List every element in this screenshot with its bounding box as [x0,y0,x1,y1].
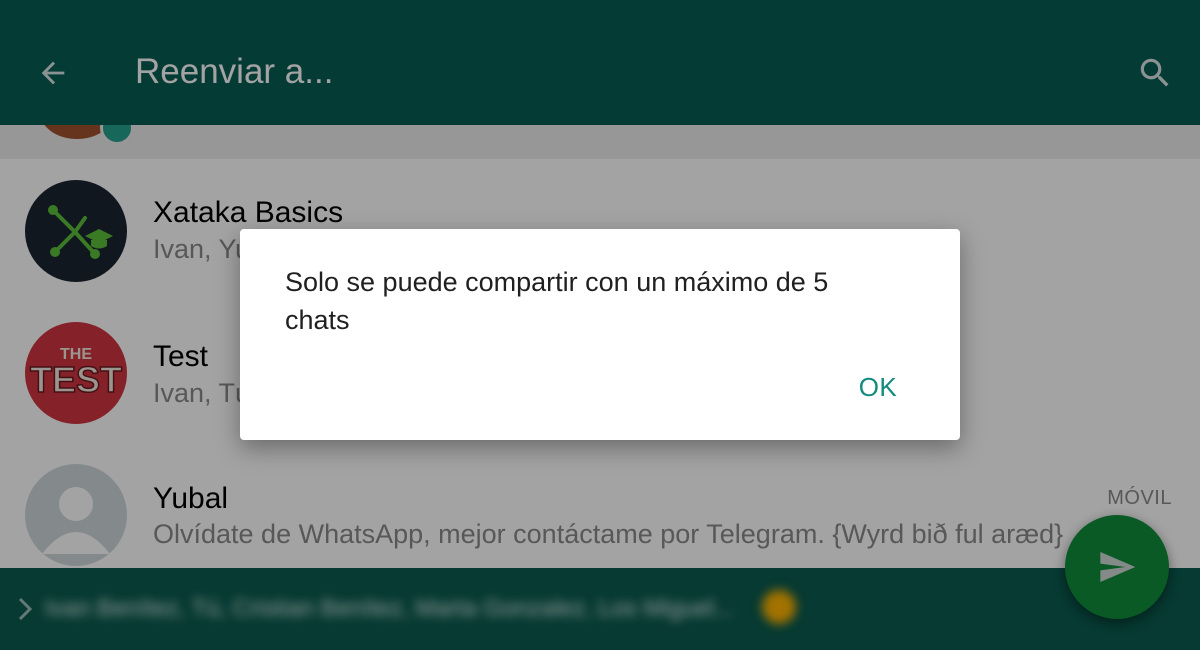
forward-screen: Reenviar a... Xataka Basics Ivan, Yu THE… [0,0,1200,650]
dialog-message: Solo se puede compartir con un máximo de… [285,267,829,335]
ok-button[interactable]: OK [845,364,911,410]
